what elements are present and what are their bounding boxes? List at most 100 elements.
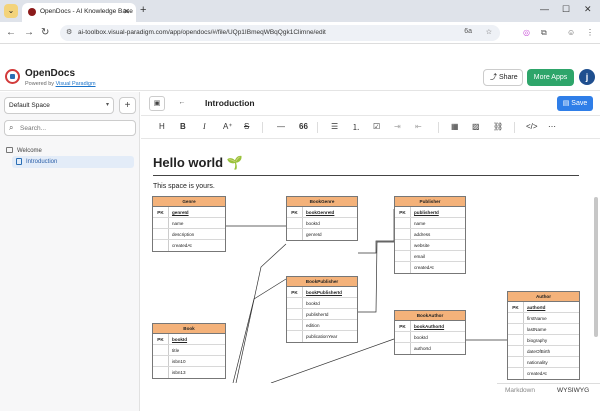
bookmark-icon[interactable]: ☆ (486, 28, 492, 36)
column-cell: name (414, 221, 426, 226)
quote-icon[interactable]: 66 (299, 122, 308, 131)
new-tab-icon[interactable]: + (140, 4, 146, 16)
column-cell: genreId (306, 232, 322, 237)
table-header: Genre (153, 197, 225, 207)
key-cell (395, 229, 411, 239)
browser-menu-icon[interactable]: ⋮ (586, 28, 594, 37)
browser-tab[interactable]: OpenDocs - AI Knowledge Base ✕ (22, 3, 136, 22)
column-cell: bookId (306, 221, 320, 226)
folder-icon (6, 147, 13, 154)
table-row: PK bookGenreId (287, 207, 357, 218)
numbered-list-icon[interactable]: ⒈ (352, 122, 360, 133)
connector-book-bookpublisher (232, 278, 287, 383)
column-cell: biography (527, 338, 548, 343)
table-row: email (395, 251, 465, 262)
table-row: PK genreId (153, 207, 225, 218)
table-header: Book (153, 324, 225, 334)
text-color-icon[interactable]: A⁺ (223, 122, 233, 131)
erd-table-bookpublisher[interactable]: BookPublisher PK bookPublisherId bookId p… (286, 276, 358, 343)
column-cell: createdAt (414, 265, 434, 270)
reload-icon[interactable]: ↻ (41, 27, 49, 38)
key-cell (395, 240, 411, 250)
bold-icon[interactable]: B (180, 122, 186, 131)
editor-scrollbar[interactable] (594, 197, 598, 337)
task-list-icon[interactable]: ☑ (373, 122, 380, 131)
column-cell: bookAuthorId (414, 324, 445, 329)
document-title[interactable]: Introduction (205, 98, 255, 108)
document-content[interactable]: Hello world 🌱 This space is yours. Genre… (141, 139, 600, 383)
column-cell: bookId (306, 301, 320, 306)
erd-table-publisher[interactable]: Publisher PK publisherId name address web… (394, 196, 466, 274)
horizontal-rule-icon[interactable]: — (277, 122, 285, 131)
erd-table-author[interactable]: Author PK authorId firstName lastName bio… (507, 291, 580, 380)
column-cell: firstName (527, 316, 547, 321)
translate-icon[interactable]: 6a (464, 28, 472, 35)
share-button[interactable]: ⤴ Share (483, 69, 523, 86)
avatar[interactable]: j (579, 69, 595, 85)
key-cell (287, 218, 303, 228)
space-select[interactable]: Default Space ▾ (4, 97, 114, 114)
column-cell: bookId (414, 335, 428, 340)
column-cell: lastName (527, 327, 547, 332)
key-cell (153, 356, 169, 366)
tab-search-icon[interactable]: ⌄ (4, 4, 18, 18)
maximize-icon[interactable]: ☐ (562, 4, 570, 15)
close-window-icon[interactable]: ✕ (584, 4, 592, 15)
table-row: genreId (287, 229, 357, 240)
table-row: PK publisherId (395, 207, 465, 218)
search-input[interactable] (20, 123, 130, 134)
forward-icon[interactable]: → (24, 27, 34, 38)
erd-table-bookgenre[interactable]: BookGenre PK bookGenreId bookId genreId (286, 196, 358, 241)
minimize-icon[interactable]: — (540, 4, 549, 14)
outdent-icon[interactable]: ⇤ (415, 122, 422, 131)
bullet-list-icon[interactable]: ☰ (331, 122, 338, 131)
search-box[interactable]: ⌕ (4, 120, 136, 136)
erd-table-book[interactable]: Book PK bookId title isbn10 isbn13 (152, 323, 226, 379)
column-cell: name (172, 221, 184, 226)
more-apps-button[interactable]: More Apps (527, 69, 574, 86)
italic-icon[interactable]: I (203, 122, 206, 131)
url-field[interactable]: ⚙ ai-toolbox.visual-paradigm.com/app/ope… (60, 25, 500, 41)
tree-item-label: Welcome (17, 148, 42, 154)
tree-item-introduction[interactable]: Introduction (12, 156, 134, 168)
visual-paradigm-link[interactable]: Visual Paradigm (56, 81, 96, 87)
toolbar-divider (317, 122, 318, 133)
back-icon[interactable]: ← (6, 27, 16, 38)
wysiwyg-mode-tab[interactable]: WYSIWYG (557, 387, 589, 394)
toolbar-divider (514, 122, 515, 133)
table-icon[interactable]: ▦ (451, 122, 459, 131)
toggle-sidebar-icon[interactable]: ▣ (149, 96, 165, 111)
key-cell (508, 346, 524, 356)
column-cell: publisherId (414, 210, 439, 215)
save-label: Save (571, 100, 588, 107)
code-icon[interactable]: </> (526, 122, 538, 131)
erd-table-bookauthor[interactable]: BookAuthor PK bookAuthorId bookId authorI… (394, 310, 466, 355)
extension-icon[interactable]: ◎ (523, 28, 530, 37)
document-icon (16, 157, 22, 165)
table-row: createdAt (153, 240, 225, 251)
more-icon[interactable]: ⋯ (548, 122, 556, 131)
key-cell (153, 229, 169, 239)
markdown-mode-tab[interactable]: Markdown (505, 387, 535, 394)
strikethrough-icon[interactable]: S (244, 122, 249, 131)
extensions-puzzle-icon[interactable]: ⧉ (541, 28, 547, 38)
key-cell (287, 298, 303, 308)
column-cell: createdAt (172, 243, 192, 248)
erd-table-genre[interactable]: Genre PK genreId name description created… (152, 196, 226, 252)
tab-close-icon[interactable]: ✕ (123, 7, 130, 16)
indent-icon[interactable]: ⇥ (394, 122, 401, 131)
image-icon[interactable]: ▨ (472, 122, 480, 131)
powered-by: Powered by Visual Paradigm (25, 81, 96, 87)
profile-icon[interactable]: ☺ (567, 28, 575, 37)
table-row: name (153, 218, 225, 229)
site-info-icon[interactable]: ⚙ (66, 28, 72, 36)
heading-icon[interactable]: H (159, 122, 165, 131)
table-header: BookPublisher (287, 277, 357, 287)
table-row: title (153, 345, 225, 356)
add-space-button[interactable]: + (119, 97, 136, 114)
link-icon[interactable]: ⛓ (493, 122, 503, 131)
save-button[interactable]: ▤ Save (557, 96, 593, 111)
table-row: PK authorId (508, 302, 579, 313)
table-row: PK bookId (153, 334, 225, 345)
back-arrow-icon[interactable]: ← (174, 96, 190, 111)
